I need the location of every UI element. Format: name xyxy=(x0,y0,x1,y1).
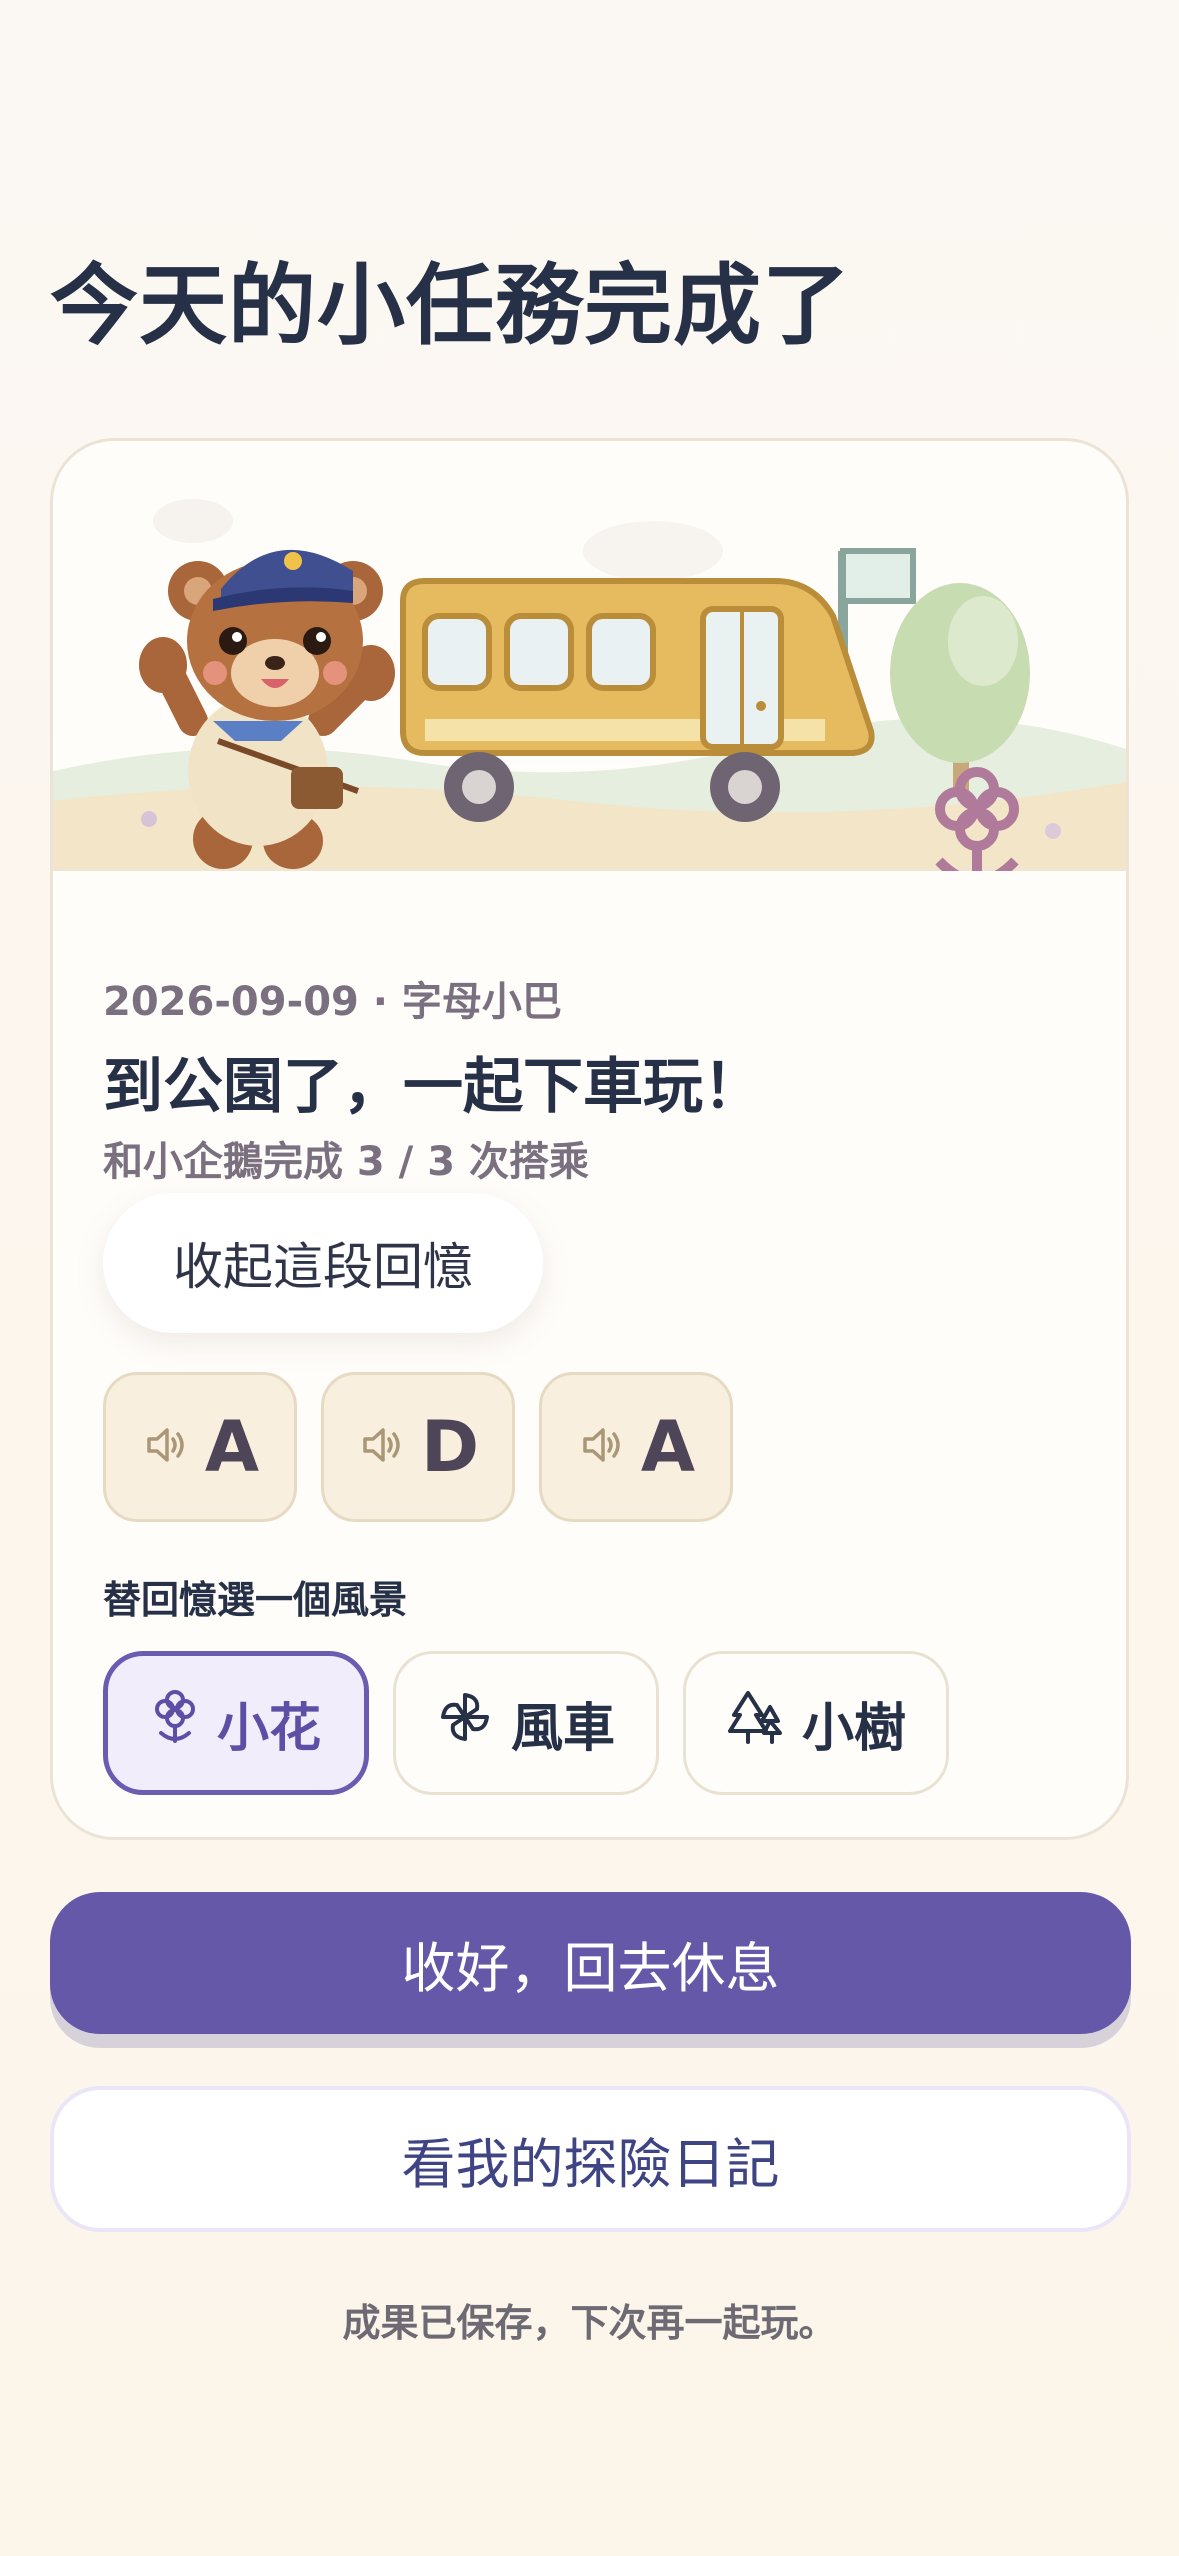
pinwheel-icon xyxy=(437,1689,493,1758)
memory-illustration xyxy=(53,441,1126,871)
speaker-icon xyxy=(357,1420,407,1474)
memory-title: 到公園了，一起下車玩！ xyxy=(103,1052,763,1122)
collapse-memory-button[interactable]: 收起這段回憶 xyxy=(103,1193,543,1333)
scenery-option-label: 小花 xyxy=(216,1698,321,1759)
tree-icon xyxy=(726,1689,784,1758)
memory-meta: 2026-09-09 · 字母小巴 xyxy=(103,979,562,1025)
scenery-option-tree[interactable]: 小樹 xyxy=(683,1651,949,1795)
speaker-icon xyxy=(141,1420,191,1474)
flower-icon xyxy=(151,1689,199,1758)
letter-button-3[interactable]: A xyxy=(539,1372,733,1522)
scenery-label: 替回憶選一個風景 xyxy=(103,1578,408,1622)
letter-buttons: A D A xyxy=(103,1372,733,1522)
view-diary-button[interactable]: 看我的探險日記 xyxy=(50,2086,1131,2232)
scenery-option-flower[interactable]: 小花 xyxy=(103,1651,369,1795)
speaker-icon xyxy=(577,1420,627,1474)
scenery-option-pinwheel[interactable]: 風車 xyxy=(393,1651,659,1795)
letter-button-1[interactable]: A xyxy=(103,1372,297,1522)
letter-button-2[interactable]: D xyxy=(321,1372,515,1522)
letter-label: A xyxy=(204,1406,260,1488)
memory-card: 2026-09-09 · 字母小巴 到公園了，一起下車玩！ 和小企鵝完成 3 /… xyxy=(50,438,1129,1840)
letter-label: A xyxy=(640,1406,696,1488)
page-title: 今天的小任務完成了 xyxy=(50,254,852,357)
letter-label: D xyxy=(420,1406,480,1488)
scenery-options: 小花 風車 小樹 xyxy=(103,1651,949,1795)
scenery-option-label: 風車 xyxy=(510,1698,615,1759)
save-and-rest-button[interactable]: 收好，回去休息 xyxy=(50,1892,1131,2034)
scenery-option-label: 小樹 xyxy=(801,1698,906,1759)
saved-note: 成果已保存，下次再一起玩。 xyxy=(342,2301,837,2345)
ride-count: 和小企鵝完成 3 / 3 次搭乘 xyxy=(103,1139,589,1185)
